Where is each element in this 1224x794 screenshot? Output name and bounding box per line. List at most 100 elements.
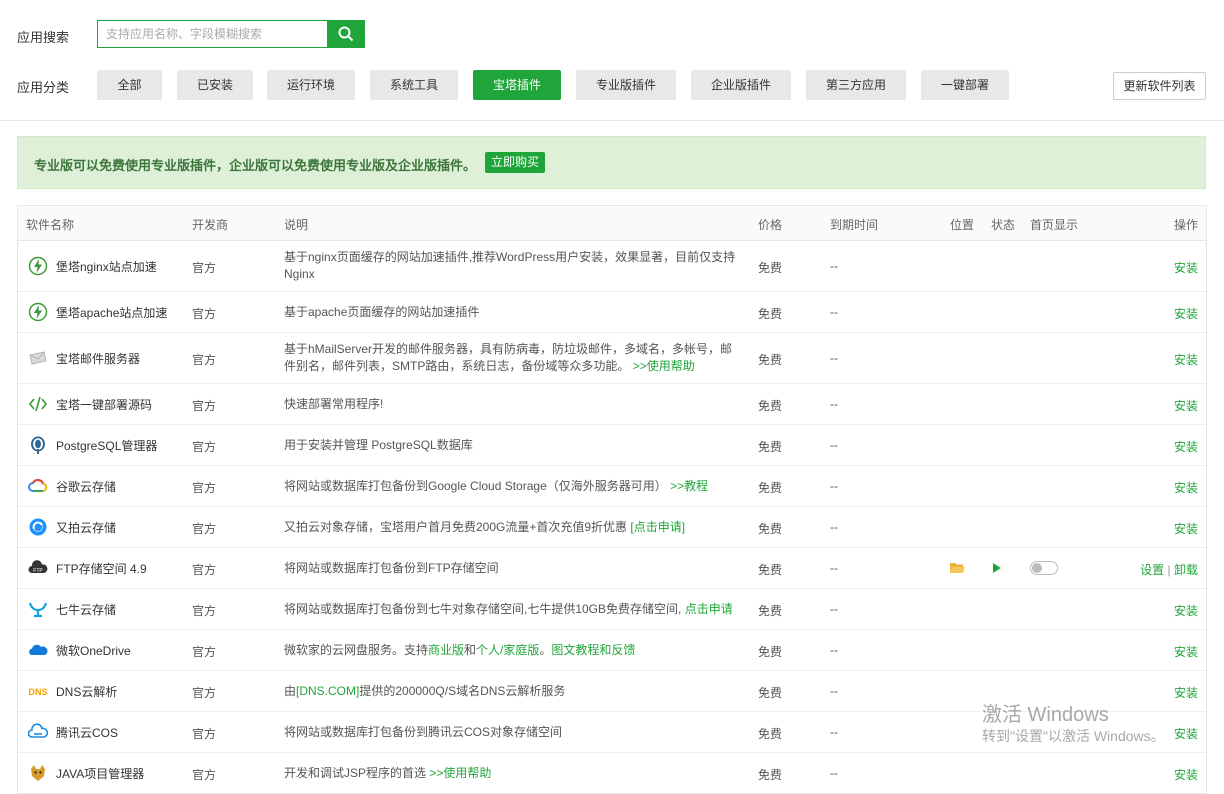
google-cloud-icon [28,479,48,492]
table-row: 堡塔nginx站点加速 官方 基于nginx页面缓存的网站加速插件,推荐Word… [18,241,1206,292]
dns-com-link[interactable]: [DNS.COM] [296,684,359,698]
th-home: 首页显示 [1030,218,1079,232]
plugin-desc: 将网站或数据库打包备份到七牛对象存储空间,七牛提供10GB免费存储空间, 点击申… [284,601,754,618]
plugin-name: 宝塔邮件服务器 [56,352,141,366]
plugin-expire: -- [830,766,838,780]
plugin-desc: 快速部署常用程序! [284,397,384,411]
notice-text: 专业版可以免费使用专业版插件，企业版可以免费使用专业版及企业版插件。 [34,158,477,173]
home-display-toggle[interactable] [1030,561,1058,575]
install-link[interactable]: 安装 [1174,643,1198,660]
table-row: JAVA项目管理器 官方 开发和调试JSP程序的首选 >>使用帮助 免费 -- … [18,753,1206,793]
play-icon[interactable] [992,562,1002,574]
category-one-click[interactable]: 一键部署 [921,70,1009,100]
action-group: 设置 | 卸载 [1140,561,1198,578]
category-pro-plugins[interactable]: 专业版插件 [576,70,676,100]
settings-link[interactable]: 设置 [1140,563,1164,577]
th-price: 价格 [758,218,783,232]
buy-now-button[interactable]: 立即购买 [485,152,545,173]
uninstall-link[interactable]: 卸载 [1174,563,1198,577]
table-row: FTP FTP存储空间 4.9 官方 将网站或数据库打包备份到FTP存储空间 免… [18,548,1206,589]
code-icon [28,396,48,412]
th-desc: 说明 [284,218,309,232]
onedrive-icon [29,644,48,655]
install-link[interactable]: 安装 [1174,397,1198,414]
install-link[interactable]: 安装 [1174,684,1198,701]
search-button[interactable] [327,21,364,47]
help-link[interactable]: >>使用帮助 [429,766,491,780]
install-link[interactable]: 安装 [1174,259,1198,276]
ftp-icon: FTP [28,560,48,574]
plugin-name: 堡塔apache站点加速 [56,306,168,320]
update-list-button[interactable]: 更新软件列表 [1113,72,1206,100]
plugin-name: 腾讯云COS [56,726,119,740]
apply-link[interactable]: [点击申请] [630,520,685,534]
plugin-vendor: 官方 [192,261,217,275]
plugin-expire: -- [830,479,838,493]
search-input[interactable] [98,21,344,47]
tutorial-link[interactable]: 图文教程和反馈 [551,643,635,657]
plugin-desc: 将网站或数据库打包备份到FTP存储空间 [284,561,499,575]
th-action: 操作 [1173,218,1198,232]
plugin-desc: 将网站或数据库打包备份到Google Cloud Storage（仅海外服务器可… [284,478,744,495]
category-runtime[interactable]: 运行环境 [267,70,355,100]
dns-icon: DNS [28,687,47,697]
mail-icon [29,351,47,365]
plugin-desc: 基于apache页面缓存的网站加速插件 [284,305,480,319]
category-system-tools[interactable]: 系统工具 [370,70,458,100]
install-link[interactable]: 安装 [1174,725,1198,742]
plugin-expire: -- [830,305,838,319]
plugin-vendor: 官方 [192,399,217,413]
plugin-price: 免费 [758,307,783,321]
plugin-expire: -- [830,351,838,365]
personal-link[interactable]: 个人/家庭版 [476,643,539,657]
business-link[interactable]: 商业版 [428,643,464,657]
plugin-desc-text: 开发和调试JSP程序的首选 [284,766,427,780]
toolbar-area: 应用搜索 应用分类 全部 已安装 运行环境 系统工具 宝塔插件 专业版插件 企业… [0,0,1224,121]
plugin-desc-text: 将网站或数据库打包备份到Google Cloud Storage（仅海外服务器可… [284,479,667,493]
plugin-vendor: 官方 [192,686,217,700]
install-link[interactable]: 安装 [1174,479,1198,496]
plugin-price: 免费 [758,727,783,741]
table-row: 堡塔apache站点加速 官方 基于apache页面缓存的网站加速插件 免费 -… [18,292,1206,333]
install-link[interactable]: 安装 [1174,305,1198,322]
plugin-name: FTP存储空间 4.9 [56,562,147,576]
apply-link[interactable]: 点击申请 [685,602,733,616]
install-link[interactable]: 安装 [1174,438,1198,455]
plugin-expire: -- [830,684,838,698]
category-third-party[interactable]: 第三方应用 [806,70,906,100]
plugin-vendor: 官方 [192,563,217,577]
plugin-expire: -- [830,725,838,739]
plugin-name: 又拍云存储 [56,521,117,535]
plugin-price: 免费 [758,440,783,454]
category-installed[interactable]: 已安装 [177,70,253,100]
install-link[interactable]: 安装 [1174,602,1198,619]
plugin-desc: 基于nginx页面缓存的网站加速插件,推荐WordPress用户安装，效果显著，… [284,250,736,281]
plugin-price: 免费 [758,563,783,577]
plugin-expire: -- [830,259,838,273]
postgresql-icon [31,436,45,454]
plugin-desc-text: 和 [464,643,477,657]
plugin-price: 免费 [758,604,783,618]
install-link[interactable]: 安装 [1174,520,1198,537]
windows-activation-hint: 转到"设置"以激活 Windows。 [982,728,1165,744]
table-row: 宝塔邮件服务器 官方 基于hMailServer开发的邮件服务器，具有防病毒，防… [18,333,1206,384]
help-link[interactable]: >>使用帮助 [633,359,695,373]
plugin-desc: 又拍云对象存储，宝塔用户首月免费200G流量+首次充值9折优惠 [点击申请] [284,519,744,536]
category-enterprise-plugins[interactable]: 企业版插件 [691,70,791,100]
category-bt-plugins[interactable]: 宝塔插件 [473,70,561,100]
th-position: 位置 [950,218,975,232]
folder-icon[interactable] [950,561,965,574]
plugin-vendor: 官方 [192,307,217,321]
plugin-desc: 将网站或数据库打包备份到腾讯云COS对象存储空间 [284,725,563,739]
install-link[interactable]: 安装 [1174,766,1198,783]
plugin-name: DNS云解析 [56,685,118,699]
tutorial-link[interactable]: >>教程 [670,479,708,493]
plugin-desc-text: 提供的200000Q/S域名DNS云解析服务 [359,684,566,698]
plugin-desc-text: 由 [284,684,297,698]
search-box [97,20,365,48]
action-separator: | [1167,563,1171,577]
category-all[interactable]: 全部 [97,70,162,100]
install-link[interactable]: 安装 [1174,351,1198,368]
plugin-expire: -- [830,397,838,411]
plugin-expire: -- [830,520,838,534]
